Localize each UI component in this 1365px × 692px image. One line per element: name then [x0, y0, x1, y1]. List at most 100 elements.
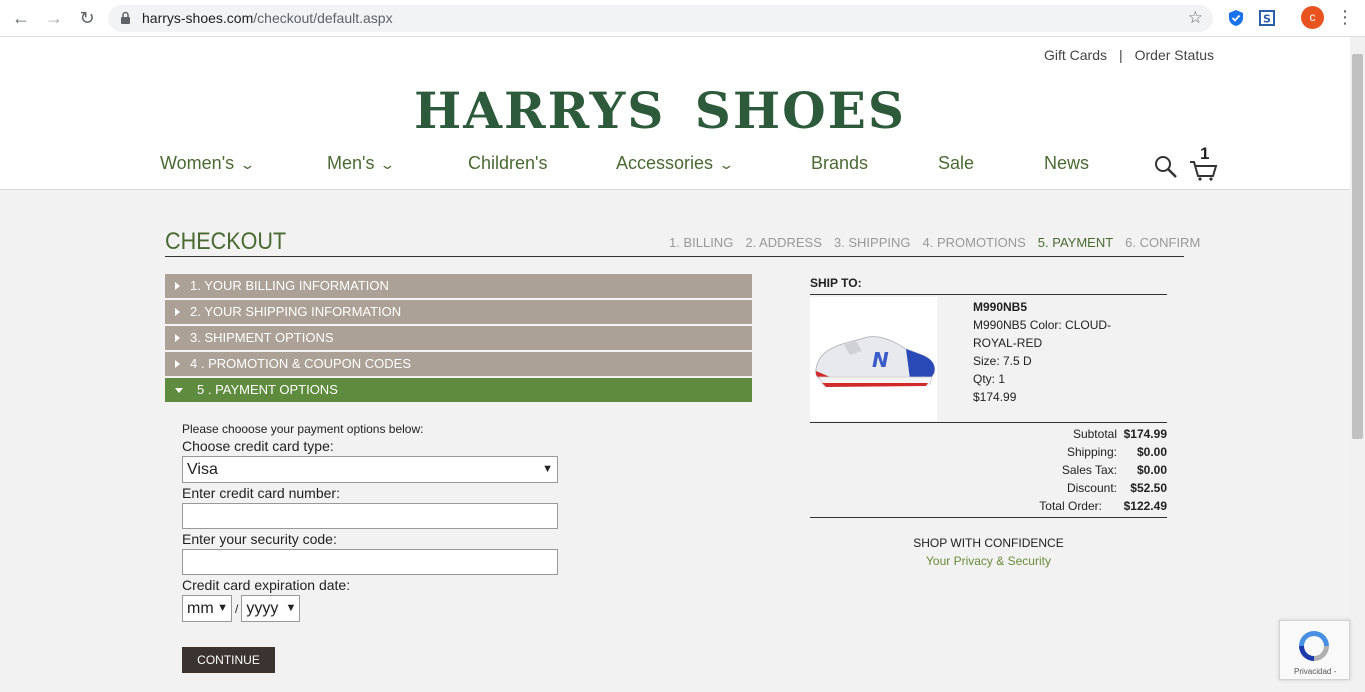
top-links: Gift Cards | Order Status	[1044, 47, 1214, 63]
shield-extension-icon[interactable]	[1226, 8, 1246, 28]
back-arrow-icon[interactable]: ←	[9, 7, 33, 29]
total-row: Shipping: $0.00	[810, 443, 1167, 461]
checkout-divider	[165, 256, 1184, 257]
site-header: Gift Cards | Order Status HARRYS SHOES Wom…	[0, 37, 1350, 190]
total-row: Total Order: $122.49	[810, 497, 1167, 515]
sales-tax-value: $0.00	[1136, 463, 1167, 477]
search-icon[interactable]	[1154, 155, 1178, 179]
svg-text:N: N	[872, 348, 889, 372]
order-summary: SHIP TO: N M990NB5 M990NB5 Color: CLOUD-…	[810, 276, 1167, 518]
expiration-label: Credit card expiration date:	[182, 577, 351, 593]
page-title: CHECKOUT	[165, 228, 287, 255]
nav-item-womens[interactable]: Women's ⌄	[160, 153, 256, 174]
card-type-select[interactable]: Visa ▼	[182, 456, 558, 483]
s-extension-icon[interactable]: S	[1257, 8, 1277, 28]
total-row: Discount: $52.50	[810, 479, 1167, 497]
nav-item-sale[interactable]: Sale	[938, 153, 974, 174]
reload-icon[interactable]: ↻	[75, 7, 99, 29]
product-color-line2: ROYAL-RED	[973, 336, 1043, 350]
subtotal-value: $174.99	[1123, 427, 1167, 441]
continue-button[interactable]: CONTINUE	[182, 647, 275, 673]
confidence-title: SHOP WITH CONFIDENCE	[913, 536, 1064, 550]
step-address[interactable]: 2. ADDRESS	[745, 235, 822, 250]
caret-right-icon	[175, 360, 180, 368]
page-scrollbar[interactable]	[1350, 37, 1365, 692]
chevron-down-icon: ▼	[285, 602, 297, 614]
expiry-month-select[interactable]: mm ▼	[182, 595, 232, 622]
card-number-input[interactable]	[182, 503, 558, 529]
svg-text:S: S	[1263, 13, 1271, 26]
recaptcha-icon	[1299, 631, 1329, 661]
checkout-steps: 1. BILLING 2. ADDRESS 3. SHIPPING 4. PROMOT…	[669, 235, 1200, 250]
forward-arrow-icon[interactable]: →	[42, 7, 66, 29]
recaptcha-privacy-text[interactable]: Privacidad -	[1294, 667, 1336, 676]
security-code-input[interactable]	[182, 549, 558, 575]
product-details: M990NB5 M990NB5 Color: CLOUD- ROYAL-RED …	[973, 298, 1111, 406]
payment-form: Please chooose your payment options belo…	[182, 422, 558, 622]
shop-confidence: SHOP WITH CONFIDENCE Your Privacy & Secu…	[810, 534, 1167, 570]
nav-item-childrens[interactable]: Children's	[468, 153, 547, 174]
section-shipping-info[interactable]: 2. YOUR SHIPPING INFORMATION	[165, 300, 752, 324]
card-type-value: Visa	[187, 461, 218, 478]
shipping-label: Shipping:	[1066, 445, 1117, 459]
shipping-value: $0.00	[1136, 445, 1167, 459]
step-billing[interactable]: 1. BILLING	[669, 235, 733, 250]
product-qty: Qty: 1	[973, 372, 1006, 386]
discount-value: $52.50	[1130, 481, 1167, 495]
expiry-year-select[interactable]: yyyy ▼	[241, 595, 301, 622]
caret-right-icon	[175, 308, 180, 316]
page: Gift Cards | Order Status HARRYS SHOES Wom…	[0, 37, 1350, 692]
expiration-row: mm ▼ / yyyy ▼	[182, 595, 558, 622]
bookmark-star-icon[interactable]: ☆	[1188, 8, 1203, 28]
section-shipment-options[interactable]: 3. SHIPMENT OPTIONS	[165, 326, 752, 350]
total-row: Subtotal $174.99	[810, 425, 1167, 443]
scrollbar-thumb[interactable]	[1352, 54, 1363, 439]
privacy-security-link[interactable]: Your Privacy & Security	[810, 552, 1167, 570]
caret-down-icon	[175, 388, 183, 393]
chevron-down-icon: ▼	[217, 602, 228, 614]
discount-label: Discount:	[1066, 481, 1117, 495]
nav-item-news[interactable]: News	[1044, 153, 1089, 174]
nav-item-mens[interactable]: Men's ⌄	[327, 153, 397, 174]
caret-right-icon	[175, 282, 180, 290]
chevron-down-icon: ⌄	[379, 157, 397, 172]
total-order-label: Total Order:	[1039, 499, 1102, 513]
payment-instructions: Please chooose your payment options belo…	[182, 422, 424, 436]
section-promotion-codes[interactable]: 4 . PROMOTION & COUPON CODES	[165, 352, 752, 376]
card-number-label: Enter credit card number:	[182, 485, 340, 501]
nav-item-accessories[interactable]: Accessories ⌄	[616, 153, 735, 174]
browser-menu-icon[interactable]: ⋮	[1336, 6, 1354, 28]
chevron-down-icon: ⌄	[718, 157, 735, 172]
lock-icon	[121, 11, 130, 24]
subtotal-label: Subtotal	[1072, 427, 1117, 441]
step-shipping[interactable]: 3. SHIPPING	[834, 235, 911, 250]
step-confirm[interactable]: 6. CONFIRM	[1125, 235, 1200, 250]
section-payment-options[interactable]: 5 . PAYMENT OPTIONS	[165, 378, 752, 402]
product-image[interactable]: N	[810, 297, 937, 421]
nav-item-brands[interactable]: Brands	[811, 153, 868, 174]
site-logo[interactable]: HARRYS SHOES	[414, 81, 906, 140]
card-type-label: Choose credit card type:	[182, 438, 334, 454]
security-code-label: Enter your security code:	[182, 531, 337, 547]
total-order-value: $122.49	[1123, 499, 1167, 513]
toplinks-separator: |	[1118, 47, 1123, 63]
sales-tax-label: Sales Tax:	[1061, 463, 1117, 477]
cart-line-item: N M990NB5 M990NB5 Color: CLOUD- ROYAL-RE…	[810, 295, 1167, 423]
address-bar[interactable]: harrys-shoes.com/checkout/default.aspx ☆	[108, 5, 1213, 32]
order-status-link[interactable]: Order Status	[1135, 47, 1214, 63]
gift-cards-link[interactable]: Gift Cards	[1044, 47, 1107, 63]
total-row: Sales Tax: $0.00	[810, 461, 1167, 479]
product-price: $174.99	[973, 390, 1017, 404]
caret-right-icon	[175, 334, 180, 342]
chevron-down-icon: ▼	[542, 463, 553, 475]
step-promotions[interactable]: 4. PROMOTIONS	[922, 235, 1025, 250]
cart-count-badge[interactable]: 1	[1200, 144, 1209, 164]
step-payment[interactable]: 5. PAYMENT	[1038, 235, 1113, 250]
product-sku[interactable]: M990NB5	[973, 298, 1111, 316]
ship-to-heading: SHIP TO:	[810, 276, 1167, 295]
product-size: Size: 7.5 D	[973, 354, 1032, 368]
section-billing-info[interactable]: 1. YOUR BILLING INFORMATION	[165, 274, 752, 298]
profile-avatar[interactable]: c	[1301, 6, 1324, 29]
chevron-down-icon: ⌄	[239, 157, 256, 172]
recaptcha-badge[interactable]: Privacidad -	[1279, 620, 1350, 680]
